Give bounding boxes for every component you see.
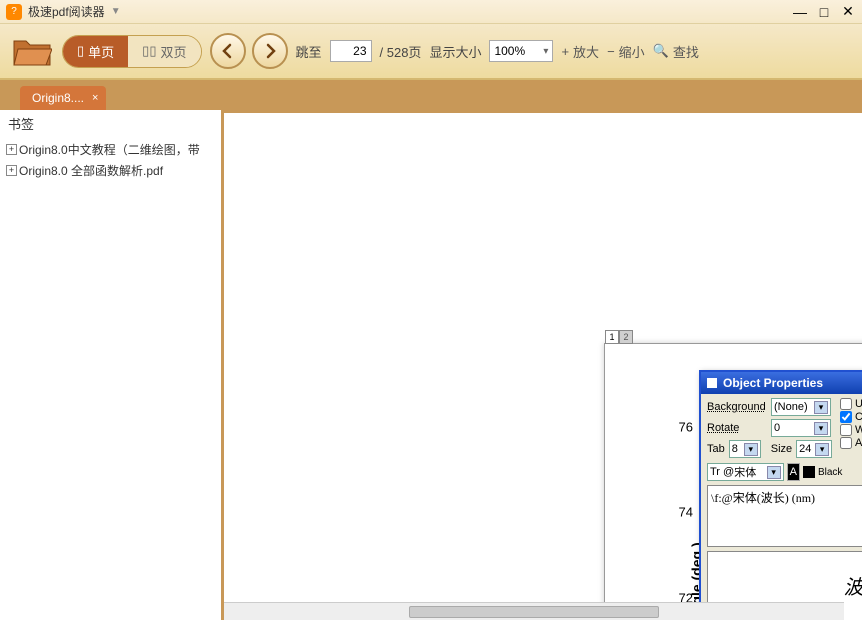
font-color-button[interactable]: A (787, 463, 800, 481)
app-title: 极速pdf阅读器 (28, 3, 105, 20)
single-page-icon: ▯ (77, 43, 84, 59)
find-button[interactable]: 🔍查找 (653, 42, 699, 61)
zoom-out-button[interactable]: −缩小 (607, 42, 645, 61)
search-icon: 🔍 (653, 43, 669, 59)
double-page-icon: ▯▯ (142, 43, 156, 59)
color-label: Black (818, 467, 842, 478)
minus-icon: − (607, 44, 615, 59)
apply-all-check[interactable]: Apply formatting to all labe (840, 437, 862, 449)
text-input-area[interactable]: \f:@宋体(波长) (nm) (707, 485, 862, 547)
minimize-button[interactable]: — (792, 4, 808, 20)
bookmark-item[interactable]: + Origin8.0中文教程（二维绘图，带 (0, 139, 221, 160)
close-button[interactable]: ✕ (840, 4, 856, 20)
double-page-button[interactable]: ▯▯ 双页 (128, 36, 200, 67)
rotate-label: Rotate (707, 422, 767, 434)
layer-tab-2[interactable]: 2 (619, 330, 633, 344)
document-viewer: 1 2 SPR angle (deg.) 6870727476 38404244… (224, 110, 862, 620)
sidebar-title: 书签 (0, 110, 221, 137)
expand-icon[interactable]: + (6, 144, 17, 155)
size-label: Size (771, 443, 792, 455)
bookmark-label: Origin8.0中文教程（二维绘图，带 (19, 141, 200, 158)
tab-label: Tab (707, 443, 725, 455)
tab-close-button[interactable]: × (92, 92, 98, 104)
horizontal-scrollbar[interactable] (224, 602, 844, 620)
font-select[interactable]: Tr @宋体▾ (707, 463, 784, 481)
y-tick: 74 (679, 505, 693, 520)
bookmark-label: Origin8.0 全部函数解析.pdf (19, 162, 163, 179)
page-number-input[interactable] (330, 40, 372, 62)
layer-tab-1[interactable]: 1 (605, 330, 619, 344)
background-label: Background (707, 401, 767, 413)
tab-input[interactable]: 8▾ (729, 440, 761, 458)
app-icon: ? (6, 4, 22, 20)
single-page-label: 单页 (88, 42, 114, 61)
y-tick: 72 (679, 591, 693, 603)
document-page: 1 2 SPR angle (deg.) 6870727476 38404244… (604, 343, 862, 602)
jump-to-label: 跳至 (296, 42, 322, 61)
double-page-label: 双页 (160, 42, 186, 61)
dialog-titlebar[interactable]: Object Properties ✕ (701, 372, 862, 394)
app-menu-dropdown-icon[interactable]: ▼ (111, 6, 121, 17)
bookmark-item[interactable]: + Origin8.0 全部函数解析.pdf (0, 160, 221, 181)
size-input[interactable]: 24▾ (796, 440, 832, 458)
prev-page-button[interactable] (210, 33, 246, 69)
zoom-in-button[interactable]: +放大 (561, 42, 599, 61)
open-file-button[interactable] (10, 33, 54, 69)
dialog-icon (707, 378, 717, 388)
tab-label: Origin8.... (32, 91, 84, 105)
center-multi-check[interactable]: Center Multi L (840, 411, 862, 423)
bookmark-list: + Origin8.0中文教程（二维绘图，带 + Origin8.0 全部函数解… (0, 137, 221, 620)
y-tick: 76 (679, 419, 693, 434)
next-page-button[interactable] (252, 33, 288, 69)
expand-icon[interactable]: + (6, 165, 17, 176)
zoom-select[interactable]: 100% (489, 40, 553, 62)
total-pages-label: / 528页 (380, 42, 422, 61)
plus-icon: + (561, 44, 569, 59)
preview-area: 波长 (nm) (707, 551, 862, 602)
object-properties-dialog: Object Properties ✕ Background (None)▾ (699, 370, 862, 602)
background-select[interactable]: (None)▾ (771, 398, 831, 416)
white-out-check[interactable]: White Out (840, 424, 862, 436)
document-tab[interactable]: Origin8.... × (20, 86, 106, 110)
dialog-title-text: Object Properties (723, 376, 823, 390)
color-swatch[interactable] (803, 466, 815, 478)
rotate-select[interactable]: 0▾ (771, 419, 831, 437)
maximize-button[interactable]: □ (816, 4, 832, 20)
single-page-button[interactable]: ▯ 单页 (63, 36, 128, 67)
use-system-font-check[interactable]: Use System Font (840, 398, 862, 410)
display-size-label: 显示大小 (429, 42, 481, 61)
